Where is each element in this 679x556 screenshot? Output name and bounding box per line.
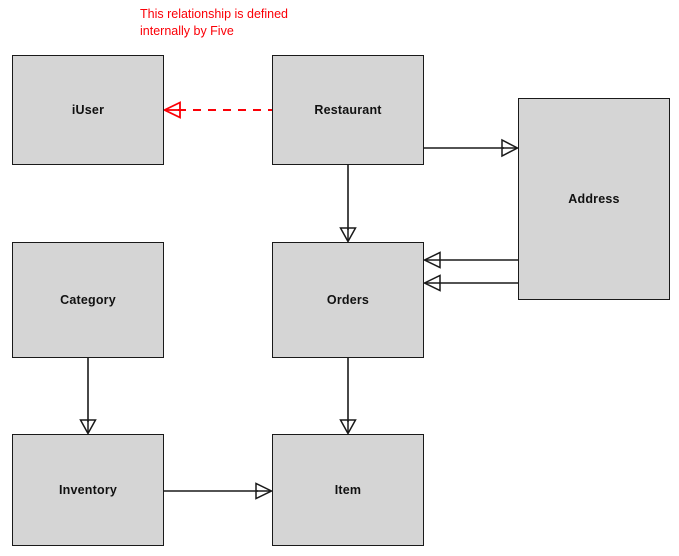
relationship-orders-item <box>339 358 357 436</box>
entity-label-orders: Orders <box>326 292 370 307</box>
relationship-inventory-item <box>164 482 274 500</box>
entity-inventory[interactable]: Inventory <box>12 434 164 546</box>
relationship-restaurant-address <box>424 138 520 158</box>
entity-category[interactable]: Category <box>12 242 164 358</box>
entity-label-iuser: iUser <box>71 102 105 117</box>
entity-item[interactable]: Item <box>272 434 424 546</box>
er-diagram-canvas: Address : crow's foot at Address left ed… <box>0 0 679 556</box>
entity-restaurant[interactable]: Restaurant <box>272 55 424 165</box>
entity-orders[interactable]: Orders <box>272 242 424 358</box>
entity-address[interactable]: Address <box>518 98 670 300</box>
entity-iuser[interactable]: iUser <box>12 55 164 165</box>
relationship-restaurant-orders <box>339 165 357 244</box>
relationship-iuser-restaurant <box>162 101 272 119</box>
entity-label-address: Address <box>568 191 620 206</box>
entity-label-restaurant: Restaurant <box>314 102 382 117</box>
relationship-category-inventory <box>79 358 97 436</box>
entity-label-category: Category <box>60 292 116 307</box>
entity-label-inventory: Inventory <box>58 482 118 497</box>
relationship-orders-address-1 <box>422 251 518 269</box>
relationship-orders-address-2 <box>422 274 518 292</box>
annotation-five-note: This relationship is defined internally … <box>140 7 288 39</box>
entity-label-item: Item <box>334 482 362 497</box>
